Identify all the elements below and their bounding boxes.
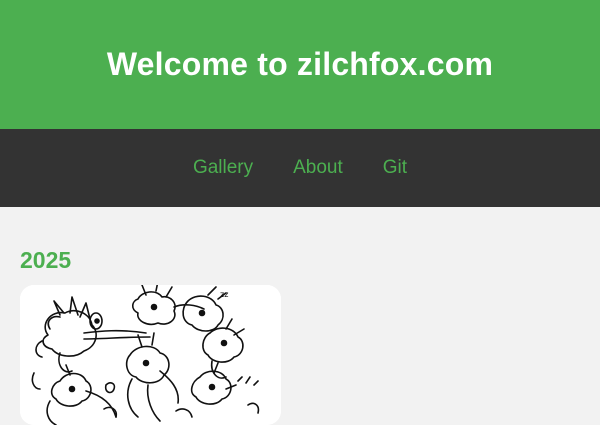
nav-link-gallery[interactable]: Gallery bbox=[193, 157, 253, 179]
site-header: Welcome to zilchfox.com bbox=[0, 0, 600, 129]
gallery-section: 2025 zz bbox=[0, 207, 600, 425]
site-title: Welcome to zilchfox.com bbox=[106, 46, 494, 82]
nav-link-about[interactable]: About bbox=[293, 157, 343, 179]
svg-text:zz: zz bbox=[220, 290, 228, 299]
sketch-artwork-image: zz bbox=[20, 285, 281, 425]
nav-link-git[interactable]: Git bbox=[383, 157, 407, 179]
main-nav: Gallery About Git bbox=[0, 129, 600, 207]
gallery-thumbnail[interactable]: zz bbox=[20, 285, 281, 425]
year-heading: 2025 bbox=[20, 247, 72, 273]
